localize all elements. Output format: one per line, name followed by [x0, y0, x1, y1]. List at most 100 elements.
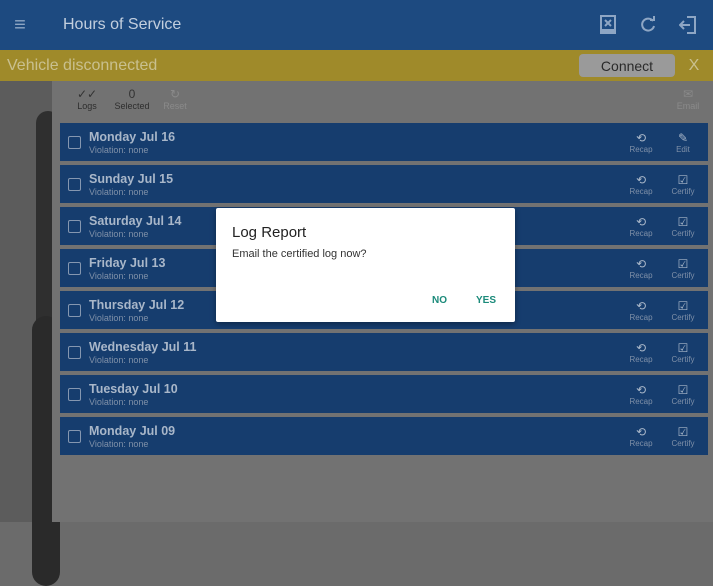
selected-count: 0 Selected [112, 87, 152, 111]
recap-button[interactable]: ⟲ Recap [620, 383, 662, 406]
row-day: Monday Jul 16 [89, 129, 176, 144]
row-day: Thursday Jul 12 [89, 297, 185, 312]
row-violation: Violation: none [89, 396, 149, 407]
row-violation: Violation: none [89, 438, 149, 449]
certify-button[interactable]: ☑ Certify [662, 173, 704, 196]
row-actions: ⟲ Recap ☑ Certify [620, 299, 704, 322]
row-text: Thursday Jul 12 Violation: none [89, 298, 184, 323]
edit-button[interactable]: ✎ Edit [662, 131, 704, 154]
certify-button[interactable]: ☑ Certify [662, 341, 704, 364]
dialog-title: Log Report [232, 224, 307, 241]
row-day: Friday Jul 13 [89, 255, 166, 270]
recap-label: Recap [629, 354, 653, 364]
row-text: Sunday Jul 15 Violation: none [89, 172, 173, 197]
checkbox-icon: ☑ [677, 340, 689, 355]
log-row[interactable]: Monday Jul 16 Violation: none ⟲ Recap ✎ … [60, 123, 708, 161]
row-violation: Violation: none [89, 228, 149, 239]
history-icon: ⟲ [635, 298, 647, 313]
row-checkbox[interactable] [68, 177, 81, 191]
reset-button[interactable]: ↻ Reset [160, 87, 190, 111]
checkbox-icon: ☑ [677, 382, 689, 397]
row-checkbox[interactable] [68, 261, 81, 275]
recap-label: Recap [629, 144, 653, 154]
email-icon: ✉ [682, 87, 694, 101]
row-checkbox[interactable] [68, 387, 81, 401]
selected-label: Selected [114, 101, 150, 111]
row-text: Friday Jul 13 Violation: none [89, 256, 165, 281]
refresh-icon[interactable] [635, 12, 661, 38]
log-row[interactable]: Wednesday Jul 11 Violation: none ⟲ Recap… [60, 333, 708, 371]
certify-button[interactable]: ☑ Certify [662, 299, 704, 322]
row-day: Sunday Jul 15 [89, 171, 174, 186]
row-violation: Violation: none [89, 270, 149, 281]
row-violation: Violation: none [89, 312, 149, 323]
certify-label: Certify [671, 438, 695, 448]
row-actions: ⟲ Recap ☑ Certify [620, 215, 704, 238]
certify-label: Certify [671, 396, 695, 406]
log-row[interactable]: Monday Jul 09 Violation: none ⟲ Recap ☑ … [60, 417, 708, 455]
row-checkbox[interactable] [68, 135, 81, 149]
history-icon: ⟲ [635, 424, 647, 439]
certify-button[interactable]: ☑ Certify [662, 383, 704, 406]
history-icon: ⟲ [635, 256, 647, 271]
report-icon[interactable] [595, 12, 621, 38]
reset-label: Reset [163, 101, 187, 111]
certify-button[interactable]: ☑ Certify [662, 215, 704, 238]
row-day: Wednesday Jul 11 [89, 339, 197, 354]
recap-button[interactable]: ⟲ Recap [620, 341, 662, 364]
vehicle-status-text: Vehicle disconnected [7, 56, 158, 74]
row-actions: ⟲ Recap ☑ Certify [620, 383, 704, 406]
close-banner-button[interactable]: X [675, 57, 713, 75]
certify-button[interactable]: ☑ Certify [662, 425, 704, 448]
recap-label: Recap [629, 228, 653, 238]
row-checkbox[interactable] [68, 303, 81, 317]
selected-count-value: 0 [128, 87, 136, 101]
certify-label: Certify [671, 186, 695, 196]
recap-button[interactable]: ⟲ Recap [620, 425, 662, 448]
email-label: Email [676, 101, 700, 111]
history-icon: ⟲ [635, 214, 647, 229]
email-button[interactable]: ✉ Email [673, 87, 703, 111]
recap-button[interactable]: ⟲ Recap [620, 215, 662, 238]
row-checkbox[interactable] [68, 219, 81, 233]
checkbox-icon: ☑ [677, 424, 689, 439]
row-text: Monday Jul 09 Violation: none [89, 424, 175, 449]
row-day: Monday Jul 09 [89, 423, 176, 438]
logs-icon: ✓✓ [76, 87, 98, 101]
row-actions: ⟲ Recap ☑ Certify [620, 341, 704, 364]
checkbox-icon: ☑ [677, 172, 689, 187]
recap-button[interactable]: ⟲ Recap [620, 131, 662, 154]
no-button[interactable]: NO [432, 295, 447, 306]
row-text: Monday Jul 16 Violation: none [89, 130, 175, 155]
log-row[interactable]: Sunday Jul 15 Violation: none ⟲ Recap ☑ … [60, 165, 708, 203]
history-icon: ⟲ [635, 340, 647, 355]
logs-tool[interactable]: ✓✓ Logs [72, 87, 102, 111]
app-bar: ≡ Hours of Service [0, 0, 713, 50]
history-icon: ⟲ [635, 130, 647, 145]
menu-icon[interactable]: ≡ [0, 0, 40, 50]
log-row[interactable]: Tuesday Jul 10 Violation: none ⟲ Recap ☑… [60, 375, 708, 413]
row-day: Saturday Jul 14 [89, 213, 182, 228]
recap-button[interactable]: ⟲ Recap [620, 173, 662, 196]
recap-button[interactable]: ⟲ Recap [620, 257, 662, 280]
certify-label: Certify [671, 354, 695, 364]
dialog-message: Email the certified log now? [232, 248, 367, 260]
left-panel [0, 81, 60, 586]
pencil-icon: ✎ [677, 130, 689, 145]
yes-button[interactable]: YES [476, 295, 496, 306]
recap-button[interactable]: ⟲ Recap [620, 299, 662, 322]
row-checkbox[interactable] [68, 429, 81, 443]
connect-button[interactable]: Connect [579, 54, 675, 77]
logout-icon[interactable] [675, 12, 701, 38]
recap-label: Recap [629, 396, 653, 406]
certify-button[interactable]: ☑ Certify [662, 257, 704, 280]
vehicle-status-banner: Vehicle disconnected Connect X [0, 50, 713, 81]
row-text: Tuesday Jul 10 Violation: none [89, 382, 178, 407]
row-checkbox[interactable] [68, 345, 81, 359]
page-title: Hours of Service [63, 16, 182, 33]
row-text: Saturday Jul 14 Violation: none [89, 214, 181, 239]
row-actions: ⟲ Recap ☑ Certify [620, 257, 704, 280]
logs-toolbar: ✓✓ Logs 0 Selected ↻ Reset ✉ Email [52, 81, 713, 121]
row-violation: Violation: none [89, 144, 149, 155]
checkbox-icon: ☑ [677, 214, 689, 229]
